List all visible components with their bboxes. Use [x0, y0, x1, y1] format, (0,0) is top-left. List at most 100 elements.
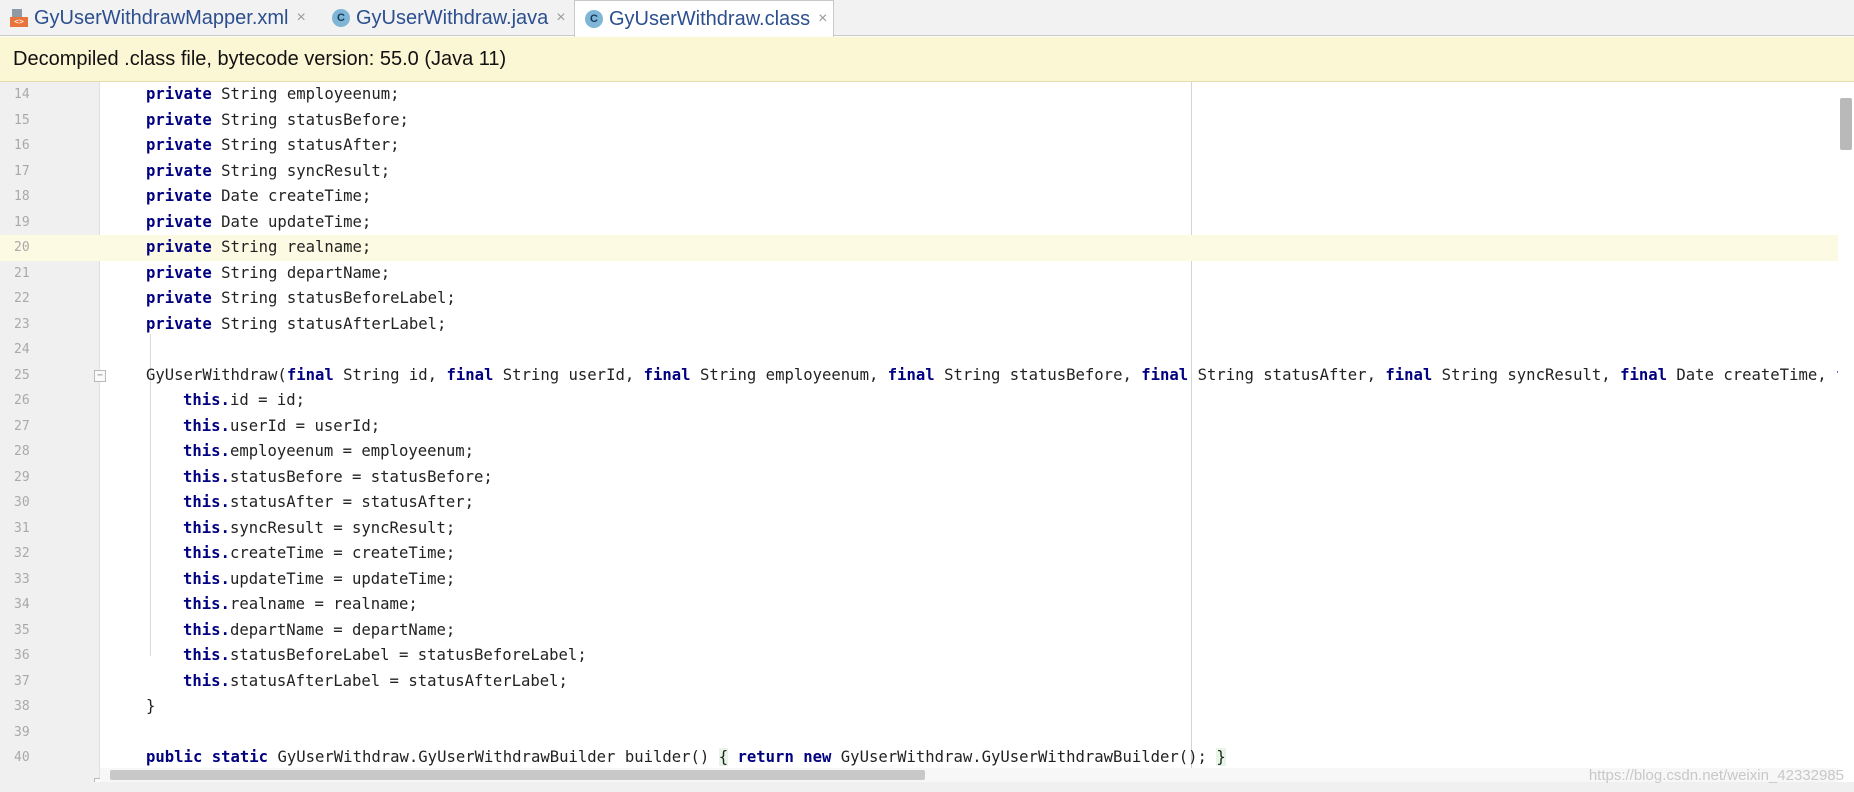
code-text: private String syncResult; — [146, 159, 390, 185]
code-fragment: Date createTime; — [211, 187, 372, 205]
vertical-scrollbar[interactable] — [1838, 82, 1854, 782]
code-fragment: id = id; — [229, 391, 306, 409]
class-icon: C — [332, 9, 350, 27]
parameter-text: String id, — [333, 365, 447, 384]
keyword: final — [1385, 365, 1433, 384]
keyword: this. — [183, 544, 230, 562]
code-line[interactable]: 32 this.createTime = createTime; — [0, 541, 1854, 567]
code-line[interactable]: 23 private String statusAfterLabel; — [0, 312, 1854, 338]
tab-java[interactable]: C GyUserWithdraw.java × — [322, 0, 572, 36]
keyword: this. — [183, 391, 230, 409]
code-line[interactable]: 28 this.employeenum = employeenum; — [0, 439, 1854, 465]
keyword: private — [146, 238, 212, 256]
tab-label: GyUserWithdrawMapper.xml — [34, 6, 289, 29]
close-icon[interactable]: × — [556, 9, 565, 27]
line-number: 22 — [14, 291, 30, 306]
code-line[interactable]: 21 private String departName; — [0, 261, 1854, 287]
line-number: 37 — [14, 673, 30, 689]
code-line[interactable]: 20 private String realname; — [0, 235, 1854, 261]
keyword: this. — [183, 467, 230, 486]
line-number: 34 — [14, 597, 30, 612]
code-fragment: Date updateTime; — [211, 212, 372, 231]
code-line[interactable]: 36 this.statusBeforeLabel = statusBeforeL… — [0, 643, 1854, 669]
code-fragment: String realname; — [211, 238, 372, 256]
vertical-scrollbar-thumb[interactable] — [1840, 98, 1852, 150]
code-line[interactable]: 17 private String syncResult; — [0, 159, 1854, 185]
horizontal-scrollbar-thumb[interactable] — [110, 770, 925, 780]
code-fragment: String syncResult; — [211, 161, 391, 180]
code-text: this.departName = departName; — [183, 618, 455, 644]
keyword: final — [1620, 365, 1668, 384]
line-number: 40 — [14, 750, 30, 765]
parameter-text: String statusAfter, — [1188, 365, 1386, 384]
line-number: 35 — [14, 622, 30, 638]
code-line[interactable]: 30 this.statusAfter = statusAfter; — [0, 490, 1854, 516]
code-line[interactable]: 16 private String statusAfter; — [0, 133, 1854, 159]
code-line[interactable]: 38} — [0, 694, 1854, 720]
code-text: this.statusAfter = statusAfter; — [183, 490, 474, 516]
code-line[interactable]: 27 this.userId = userId; — [0, 414, 1854, 440]
line-number: 36 — [14, 648, 30, 663]
code-line[interactable]: 33 this.updateTime = updateTime; — [0, 567, 1854, 593]
keyword: this. — [183, 493, 230, 511]
code-line[interactable]: 35 this.departName = departName; — [0, 618, 1854, 644]
code-text: this.statusBefore = statusBefore; — [183, 465, 493, 491]
keyword: private — [146, 161, 212, 180]
code-line[interactable]: 39 — [0, 720, 1854, 746]
code-fragment: String statusBeforeLabel; — [211, 289, 456, 307]
line-number: 15 — [14, 112, 30, 128]
code-line[interactable]: 40 public static GyUserWithdraw.GyUserWit… — [0, 745, 1854, 771]
code-line[interactable]: 19 private Date updateTime; — [0, 210, 1854, 236]
parameter-text: Date createTime, — [1667, 365, 1837, 384]
code-text: this.id = id; — [183, 388, 305, 414]
parameter-text: String employeenum, — [690, 365, 888, 384]
code-fragment: statusAfter = statusAfter; — [229, 493, 475, 511]
close-icon[interactable]: × — [818, 10, 827, 28]
code-line[interactable]: 31 this.syncResult = syncResult; — [0, 516, 1854, 542]
fold-icon[interactable]: − — [94, 370, 106, 382]
code-line[interactable]: 26 this.id = id; — [0, 388, 1854, 414]
method-body: GyUserWithdraw.GyUserWithdrawBuilder(); — [831, 748, 1217, 766]
line-number: 23 — [14, 316, 30, 332]
code-line[interactable]: 25 GyUserWithdraw(final String id, final … — [0, 363, 1854, 389]
code-text: this.updateTime = updateTime; — [183, 567, 455, 593]
code-line[interactable]: 18 private Date createTime; — [0, 184, 1854, 210]
code-line[interactable]: 15 private String statusBefore; — [0, 108, 1854, 134]
code-fragment: String employeenum; — [211, 85, 400, 103]
keyword: private — [146, 289, 212, 307]
line-number: 33 — [14, 571, 30, 587]
code-text: GyUserWithdraw( final String id, final St… — [146, 363, 1854, 389]
line-number: 28 — [14, 444, 30, 459]
parameter-text: String syncResult, — [1432, 365, 1621, 384]
tab-mapper-xml[interactable]: <> GyUserWithdrawMapper.xml × — [0, 0, 312, 36]
code-text: this.realname = realname; — [183, 592, 418, 618]
code-text: this.employeenum = employeenum; — [183, 439, 474, 465]
class-icon: C — [585, 10, 603, 28]
code-fragment: String statusBefore; — [211, 110, 409, 129]
tab-class[interactable]: C GyUserWithdraw.class × — [574, 0, 834, 37]
code-fragment: realname = realname; — [229, 595, 418, 613]
line-number: 30 — [14, 495, 30, 510]
code-line[interactable]: 34 this.realname = realname; — [0, 592, 1854, 618]
constructor-name: GyUserWithdraw( — [146, 365, 287, 384]
code-line[interactable]: 29 this.statusBefore = statusBefore; — [0, 465, 1854, 491]
code-text: private String statusBeforeLabel; — [146, 286, 456, 312]
code-line[interactable]: 37 this.statusAfterLabel = statusAfterLab… — [0, 669, 1854, 695]
code-text: this.createTime = createTime; — [183, 541, 455, 567]
line-number: 38 — [14, 699, 30, 714]
line-number: 17 — [14, 163, 30, 179]
keyword: new — [803, 748, 832, 766]
code-line[interactable]: 14 private String employeenum; — [0, 82, 1854, 108]
keyword: this. — [183, 595, 230, 613]
code-text: this.statusAfterLabel = statusAfterLabel… — [183, 669, 568, 695]
keyword: this. — [183, 646, 230, 664]
keyword: final — [643, 365, 691, 384]
code-line[interactable]: 22 private String statusBeforeLabel; — [0, 286, 1854, 312]
line-number: 19 — [14, 214, 30, 230]
code-line[interactable]: 24 — [0, 337, 1854, 363]
xml-file-icon: <> — [10, 9, 28, 27]
code-editor[interactable]: 14 private String employeenum; 15 private S… — [0, 82, 1854, 790]
keyword: private — [146, 187, 212, 205]
close-icon[interactable]: × — [297, 9, 306, 27]
code-text: this.statusBeforeLabel = statusBeforeLab… — [183, 643, 587, 669]
